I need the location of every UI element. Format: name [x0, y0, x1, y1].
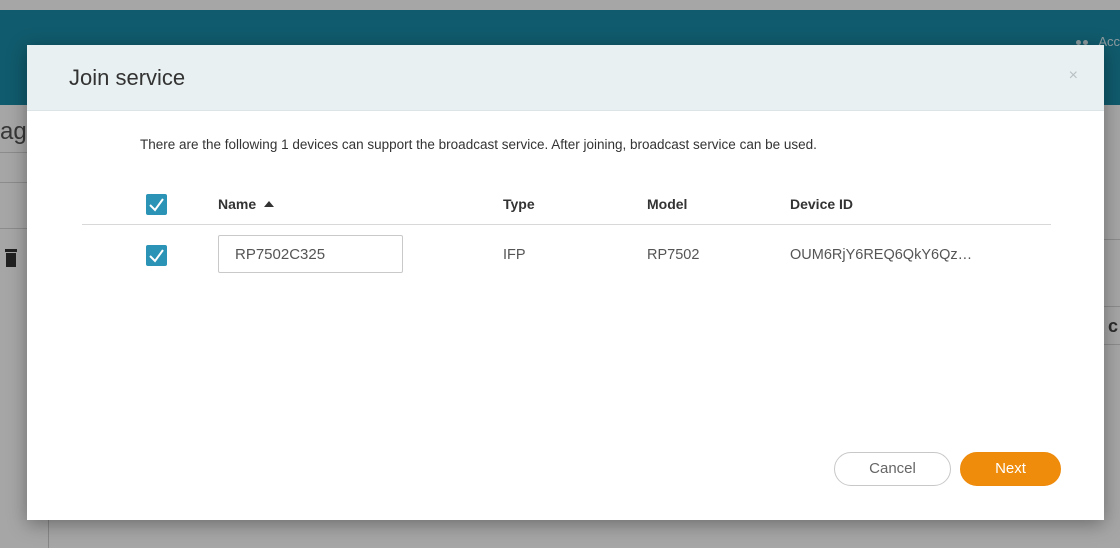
column-header-type: Type: [503, 196, 535, 212]
cancel-button[interactable]: Cancel: [834, 452, 951, 486]
close-icon[interactable]: ×: [1069, 67, 1078, 85]
dialog-title: Join service: [69, 65, 186, 90]
device-model-cell: RP7502: [647, 247, 700, 263]
dialog-description: There are the following 1 devices can su…: [140, 137, 817, 152]
next-button[interactable]: Next: [960, 452, 1061, 486]
device-type-cell: IFP: [503, 247, 526, 263]
join-service-dialog: Join service × There are the following 1…: [27, 45, 1104, 520]
sort-ascending-icon[interactable]: [264, 201, 275, 207]
select-all-checkbox[interactable]: [146, 194, 167, 215]
checkmark-icon: [149, 198, 164, 212]
row-checkbox[interactable]: [146, 245, 167, 266]
column-header-name[interactable]: Name: [218, 196, 275, 212]
device-id-cell: OUM6RjY6REQ6QkY6Qz…: [790, 247, 973, 263]
checkmark-icon: [149, 249, 164, 263]
column-header-name-label: Name: [218, 196, 257, 212]
device-name-input[interactable]: [218, 235, 403, 273]
column-header-device-id: Device ID: [790, 196, 854, 212]
table-header-divider: [82, 224, 1051, 225]
dialog-header: Join service ×: [27, 45, 1104, 111]
column-header-model: Model: [647, 196, 688, 212]
